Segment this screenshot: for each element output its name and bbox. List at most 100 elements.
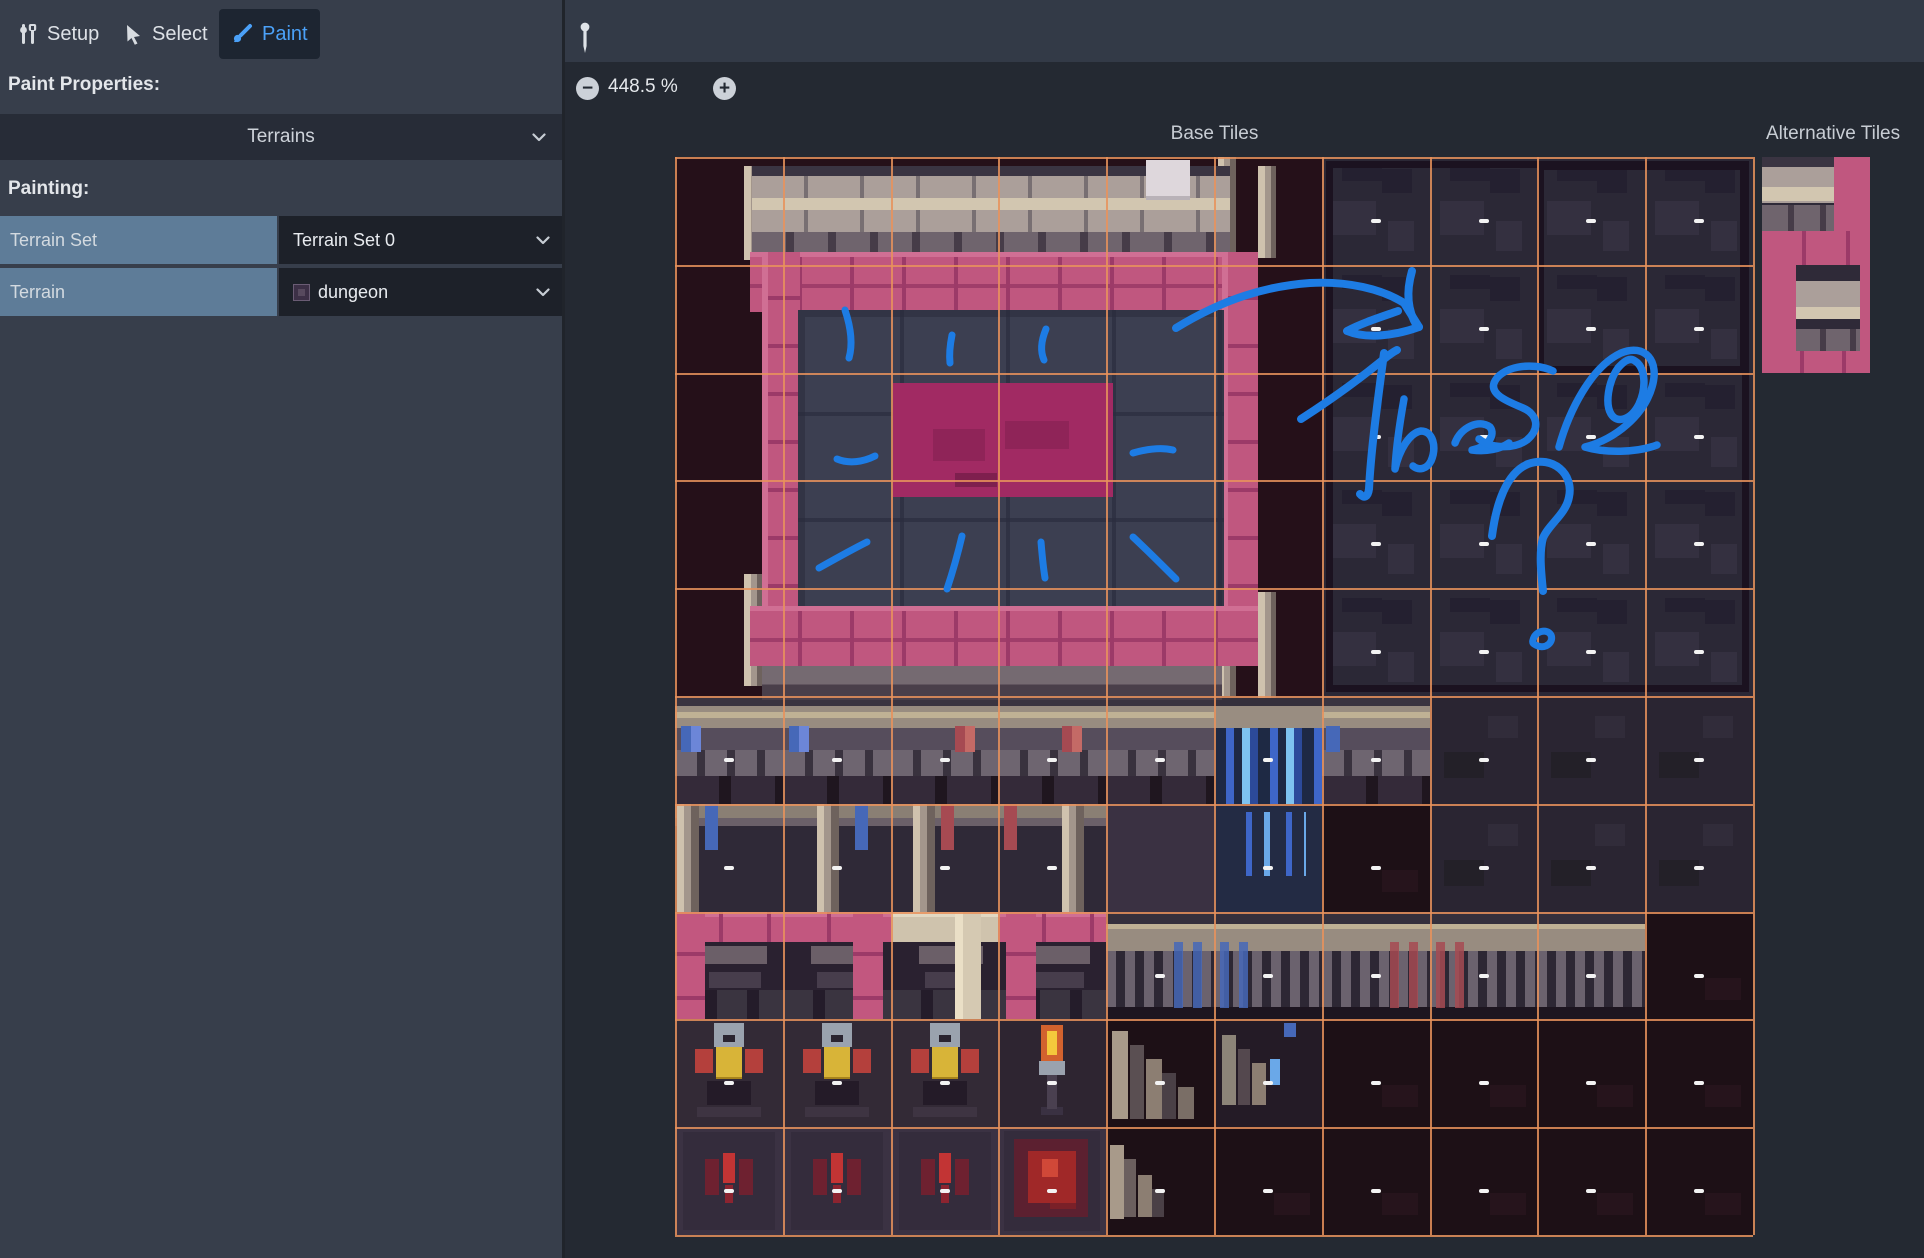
atlas-tile[interactable] <box>1214 912 1322 1020</box>
empty-terrain-dash <box>1479 542 1489 546</box>
atlas-tile[interactable] <box>891 696 999 804</box>
atlas-tile[interactable] <box>675 696 783 804</box>
atlas-tile[interactable] <box>1645 912 1753 1020</box>
room-texture-shape <box>762 666 1222 700</box>
atlas-tile[interactable] <box>998 1019 1106 1127</box>
atlas-tile[interactable] <box>998 1127 1106 1235</box>
empty-terrain-dash <box>1694 219 1704 223</box>
alternative-tile[interactable] <box>1762 265 1870 373</box>
grid-line <box>675 157 1753 159</box>
tab-setup[interactable]: Setup <box>6 9 111 59</box>
empty-terrain-dash <box>1586 866 1596 870</box>
atlas-tile[interactable] <box>783 1127 891 1235</box>
empty-terrain-dash <box>940 1189 950 1193</box>
atlas-tile[interactable] <box>1430 912 1538 1020</box>
atlas-tile[interactable] <box>675 1019 783 1127</box>
terrain-set-dropdown[interactable]: Terrain Set 0 <box>279 216 562 264</box>
atlas-tile[interactable] <box>1214 1127 1322 1235</box>
empty-terrain-dash <box>1479 758 1489 762</box>
empty-terrain-dash <box>1479 974 1489 978</box>
atlas-tile[interactable] <box>1322 912 1430 1020</box>
chevron-down-icon <box>532 133 546 142</box>
alternative-tile[interactable] <box>1762 157 1870 265</box>
atlas-tile[interactable] <box>1537 804 1645 912</box>
empty-terrain-dash <box>832 1189 842 1193</box>
atlas-tile[interactable] <box>1430 804 1538 912</box>
atlas-tile[interactable] <box>783 912 891 1020</box>
grid-line <box>675 1235 1753 1237</box>
atlas-toolbar-strip <box>565 0 1924 62</box>
atlas-tile[interactable] <box>998 804 1106 912</box>
atlas-tile[interactable] <box>998 696 1106 804</box>
atlas-tile[interactable] <box>1430 1127 1538 1235</box>
atlas-tile[interactable] <box>1322 1019 1430 1127</box>
atlas-tile[interactable] <box>1645 1127 1753 1235</box>
zoom-in-button[interactable]: + <box>713 77 736 100</box>
empty-terrain-dash <box>1371 974 1381 978</box>
atlas-tile[interactable] <box>675 1127 783 1235</box>
terrain-set-row: Terrain Set Terrain Set 0 <box>0 216 562 264</box>
atlas-tile[interactable] <box>1106 804 1214 912</box>
painting-heading: Painting: <box>8 178 89 200</box>
atlas-tile[interactable] <box>891 804 999 912</box>
atlas-tile[interactable] <box>1537 1019 1645 1127</box>
atlas-tile[interactable] <box>998 912 1106 1020</box>
atlas-tile[interactable] <box>1106 1019 1214 1127</box>
tab-paint[interactable]: Paint <box>219 9 320 59</box>
empty-terrain-dash <box>1371 327 1381 331</box>
room-texture-shape <box>1258 166 1276 258</box>
atlas-tile[interactable] <box>1106 912 1214 1020</box>
atlas-tile[interactable] <box>783 1019 891 1127</box>
terrain-set-value: Terrain Set 0 <box>293 216 395 264</box>
empty-terrain-dash <box>1371 219 1381 223</box>
empty-terrain-dash <box>1371 435 1381 439</box>
atlas-tile[interactable] <box>1430 1019 1538 1127</box>
atlas-tile[interactable] <box>1537 696 1645 804</box>
zoom-out-button[interactable]: − <box>576 77 599 100</box>
atlas-tile[interactable] <box>1322 1127 1430 1235</box>
atlas-tile[interactable] <box>1106 1127 1214 1235</box>
eyedropper-icon[interactable] <box>573 20 597 58</box>
atlas-tile[interactable] <box>891 1127 999 1235</box>
empty-terrain-dash <box>724 1189 734 1193</box>
atlas-tile[interactable] <box>675 912 783 1020</box>
tab-select[interactable]: Select <box>112 9 220 59</box>
atlas-tile[interactable] <box>1106 696 1214 804</box>
empty-terrain-dash <box>1586 435 1596 439</box>
empty-terrain-dash <box>1586 974 1596 978</box>
atlas-tile[interactable] <box>1645 804 1753 912</box>
empty-terrain-dash <box>1479 1189 1489 1193</box>
paint-mode-select[interactable]: Terrains <box>0 114 562 160</box>
tab-label: Paint <box>262 23 308 46</box>
empty-terrain-dash <box>1479 327 1489 331</box>
atlas-tile[interactable] <box>1645 696 1753 804</box>
atlas-tile[interactable] <box>891 1019 999 1127</box>
atlas-tile[interactable] <box>783 696 891 804</box>
grid-line <box>675 373 1753 375</box>
atlas-tile[interactable] <box>1214 1019 1322 1127</box>
empty-terrain-dash <box>1694 435 1704 439</box>
atlas-tile[interactable] <box>1645 1019 1753 1127</box>
room-texture-shape <box>750 252 1258 312</box>
atlas-tile[interactable] <box>1322 804 1430 912</box>
atlas-tile[interactable] <box>1214 696 1322 804</box>
minus-icon: − <box>582 78 593 99</box>
godot-tileset-editor: Setup Select Paint Paint Properties: Ter… <box>0 0 1924 1258</box>
empty-terrain-dash <box>1586 1081 1596 1085</box>
atlas-tile[interactable] <box>1214 804 1322 912</box>
empty-terrain-dash <box>1586 327 1596 331</box>
grid-line <box>675 265 1753 267</box>
empty-terrain-dash <box>940 866 950 870</box>
atlas-tile[interactable] <box>891 912 999 1020</box>
atlas-tile[interactable] <box>1322 696 1430 804</box>
atlas-tile[interactable] <box>1537 912 1645 1020</box>
atlas-tile[interactable] <box>1430 696 1538 804</box>
empty-terrain-dash <box>940 758 950 762</box>
atlas-tile[interactable] <box>675 804 783 912</box>
tileset-mode-toolbar: Setup Select Paint <box>0 0 562 64</box>
atlas-tile[interactable] <box>1537 1127 1645 1235</box>
empty-terrain-dash <box>1694 327 1704 331</box>
atlas-tile[interactable] <box>783 804 891 912</box>
terrain-dropdown[interactable]: dungeon <box>279 268 562 316</box>
empty-terrain-dash <box>724 1081 734 1085</box>
